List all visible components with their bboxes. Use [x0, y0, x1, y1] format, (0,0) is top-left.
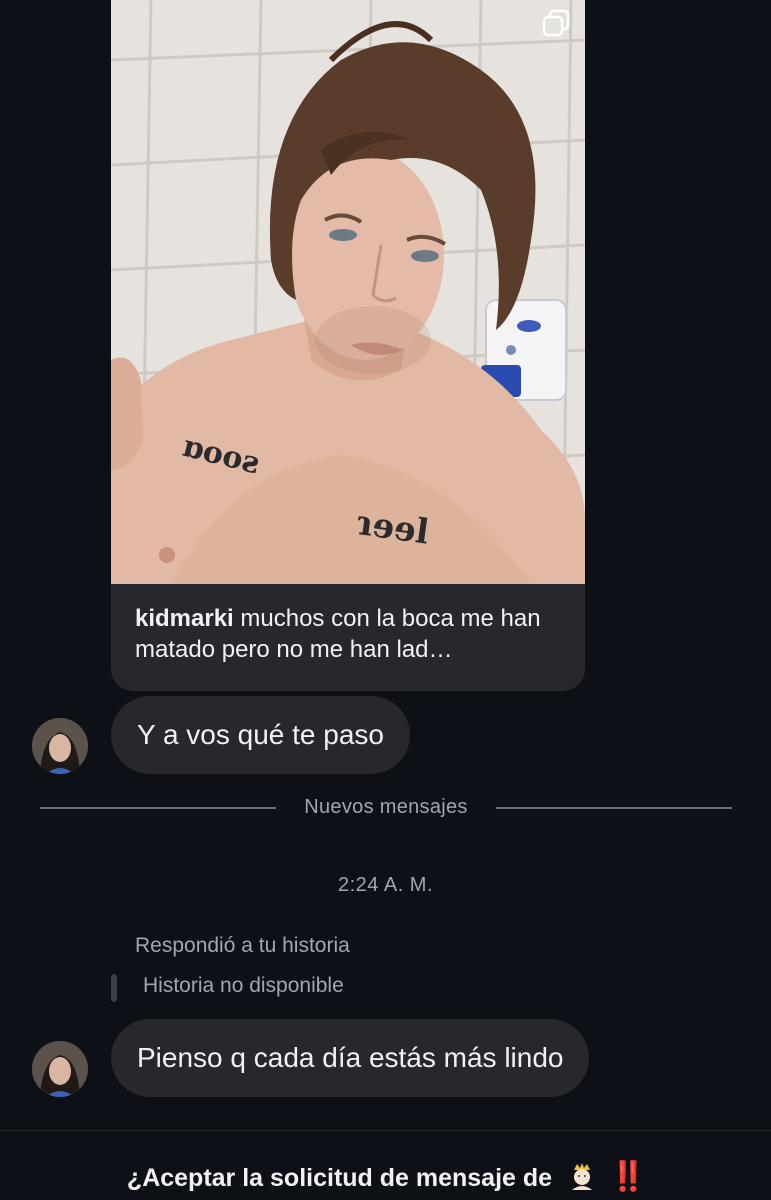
story-author[interactable]: kidmarki — [135, 605, 234, 632]
divider-line-right — [496, 807, 732, 809]
avatar[interactable] — [32, 1041, 88, 1097]
message-request-prompt: ¿Aceptar la solicitud de mensaje de ‼️ — [0, 1160, 771, 1194]
multiple-media-icon — [542, 9, 570, 37]
shared-story-card[interactable]: ɒooƨ ɿɘɘl kidmarki muchos con la boca me… — [111, 0, 585, 691]
princess-emoji-icon — [572, 1163, 593, 1190]
story-caption: kidmarki muchos con la boca me han matad… — [135, 603, 565, 665]
dm-thread: ɒooƨ ɿɘɘl kidmarki muchos con la boca me… — [0, 0, 771, 1200]
story-reply-label: Respondió a tu historia — [135, 934, 350, 957]
avatar-image — [32, 718, 88, 774]
divider-line-left — [40, 807, 276, 809]
story-photo-illustration: ɒooƨ ɿɘɘl — [111, 0, 585, 584]
reply-message-bubble[interactable]: Pienso q cada día estás más lindo — [111, 1019, 590, 1097]
story-unavailable-label: Historia no disponible — [143, 974, 344, 997]
message-bubble[interactable]: Y a vos qué te paso — [111, 696, 410, 774]
message-timestamp: 2:24 A. M. — [337, 874, 434, 896]
story-photo[interactable]: ɒooƨ ɿɘɘl — [111, 0, 585, 584]
message-request-text: ¿Aceptar la solicitud de mensaje de — [126, 1164, 553, 1192]
double-exclamation-icon: ‼️ — [609, 1161, 646, 1193]
avatar-image — [32, 1041, 88, 1097]
new-messages-divider: Nuevos mensajes — [304, 796, 468, 818]
story-reply-bar — [111, 974, 117, 1002]
separator — [0, 1130, 771, 1131]
avatar[interactable] — [32, 718, 88, 774]
